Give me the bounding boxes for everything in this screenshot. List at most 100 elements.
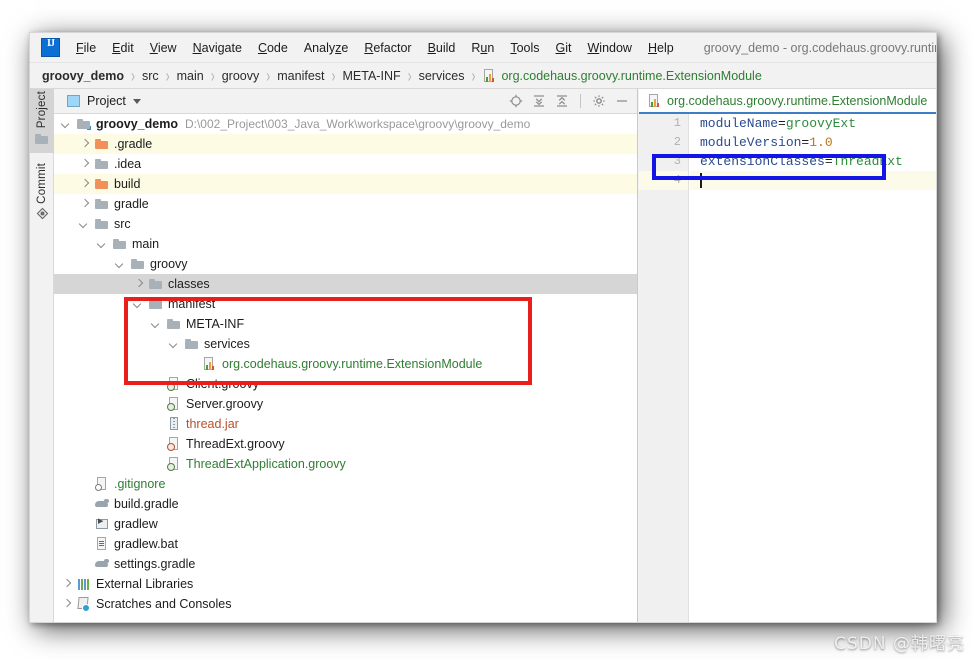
code-editor[interactable]: 1234 moduleName=groovyExt moduleVersion=1…	[639, 114, 936, 622]
chevron-down-icon[interactable]	[62, 120, 71, 129]
tree-row[interactable]: classes	[54, 274, 637, 294]
chevron-right-icon[interactable]	[134, 280, 143, 289]
tree-row-label: gradlew	[114, 517, 158, 531]
breadcrumb-item[interactable]: groovy_demo	[42, 69, 124, 83]
tree-row-icon	[76, 576, 92, 592]
tree-row-icon	[94, 176, 110, 192]
chevron-down-icon[interactable]	[170, 340, 179, 349]
tree-row[interactable]: Server.groovy	[54, 394, 637, 414]
tree-row[interactable]: thread.jar	[54, 414, 637, 434]
chevron-right-icon[interactable]	[80, 160, 89, 169]
chevron-down-icon[interactable]	[116, 260, 125, 269]
tree-row[interactable]: .gradle	[54, 134, 637, 154]
menu-item-tools[interactable]: Tools	[502, 39, 547, 57]
tree-row[interactable]: settings.gradle	[54, 554, 637, 574]
locate-target-icon[interactable]	[509, 94, 523, 108]
tool-button-project[interactable]: Project	[30, 89, 54, 153]
tree-row-icon	[94, 136, 110, 152]
tree-row[interactable]: .gitignore	[54, 474, 637, 494]
breadcrumb-item[interactable]: src	[142, 69, 159, 83]
tree-row[interactable]: main	[54, 234, 637, 254]
watermark: CSDN @韩曙亮	[834, 634, 965, 654]
menu-item-navigate[interactable]: Navigate	[185, 39, 250, 57]
chevron-down-icon[interactable]	[80, 220, 89, 229]
tree-row-label: .gradle	[114, 137, 153, 151]
menu-item-refactor[interactable]: Refactor	[356, 39, 419, 57]
tree-arrow-placeholder	[80, 520, 89, 529]
chevron-down-icon[interactable]	[152, 320, 161, 329]
tree-row[interactable]: gradle	[54, 194, 637, 214]
tree-row[interactable]: build	[54, 174, 637, 194]
tree-row[interactable]: groovy_demo D:\002_Project\003_Java_Work\…	[54, 114, 637, 134]
menu-item-code[interactable]: Code	[250, 39, 296, 57]
tree-row[interactable]: org.codehaus.groovy.runtime.ExtensionMod…	[54, 354, 637, 374]
breadcrumb-item[interactable]: main	[177, 69, 204, 83]
chevron-down-icon[interactable]	[98, 240, 107, 249]
bar-chart-file-icon	[482, 68, 498, 84]
menu-item-help[interactable]: Help	[640, 39, 682, 57]
tree-row[interactable]: ThreadExt.groovy	[54, 434, 637, 454]
tree-row[interactable]: ThreadExtApplication.groovy	[54, 454, 637, 474]
line-number: 4	[639, 171, 688, 190]
tree-row[interactable]: build.gradle	[54, 494, 637, 514]
settings-gear-icon[interactable]	[592, 94, 606, 108]
tree-row-icon	[94, 476, 110, 492]
tree-row-icon	[166, 456, 182, 472]
tree-row-icon	[166, 436, 182, 452]
tree-row-icon	[166, 376, 182, 392]
property-key: moduleName	[700, 116, 779, 131]
code-line[interactable]	[690, 171, 936, 190]
tree-row[interactable]: manifest	[54, 294, 637, 314]
code-line[interactable]: extensionClasses=ThreadExt	[690, 152, 936, 171]
menu-item-git[interactable]: Git	[548, 39, 580, 57]
collapse-all-icon[interactable]	[555, 94, 569, 108]
tree-row[interactable]: .idea	[54, 154, 637, 174]
chevron-right-icon[interactable]	[62, 600, 71, 609]
line-number: 2	[673, 135, 681, 149]
close-icon[interactable]	[935, 95, 936, 106]
tree-row[interactable]: gradlew.bat	[54, 534, 637, 554]
breadcrumb-item[interactable]: manifest	[277, 69, 324, 83]
editor-tab[interactable]: org.codehaus.groovy.runtime.ExtensionMod…	[639, 89, 936, 114]
minimize-icon[interactable]	[615, 94, 629, 108]
tree-row[interactable]: groovy	[54, 254, 637, 274]
project-tree[interactable]: groovy_demo D:\002_Project\003_Java_Work\…	[54, 114, 637, 622]
menu-item-view[interactable]: View	[142, 39, 185, 57]
chevron-right-icon[interactable]	[80, 180, 89, 189]
code-line[interactable]: moduleName=groovyExt	[690, 114, 936, 133]
tree-row[interactable]: META-INF	[54, 314, 637, 334]
chevron-right-icon[interactable]	[62, 580, 71, 589]
chevron-right-icon[interactable]	[80, 140, 89, 149]
breadcrumb-item[interactable]: org.codehaus.groovy.runtime.ExtensionMod…	[501, 69, 761, 83]
tree-row[interactable]: gradlew	[54, 514, 637, 534]
menu-item-file[interactable]: File	[68, 39, 104, 57]
tree-row[interactable]: Client.groovy	[54, 374, 637, 394]
menu-item-analyze[interactable]: Analyze	[296, 39, 356, 57]
line-number: 3	[673, 154, 681, 168]
menu-item-window[interactable]: Window	[579, 39, 639, 57]
breadcrumb-item[interactable]: services	[419, 69, 465, 83]
gradle-file-icon	[94, 556, 110, 572]
breadcrumb-separator: ›	[407, 64, 412, 87]
tree-row-path: D:\002_Project\003_Java_Work\workspace\g…	[184, 117, 531, 131]
chevron-right-icon[interactable]	[80, 200, 89, 209]
tree-row[interactable]: Scratches and Consoles	[54, 594, 637, 614]
tree-row[interactable]: src	[54, 214, 637, 234]
breadcrumb-item[interactable]: groovy	[222, 69, 260, 83]
breadcrumb-item[interactable]: META-INF	[343, 69, 401, 83]
menu-item-run[interactable]: Run	[463, 39, 502, 57]
menu-item-build[interactable]: Build	[420, 39, 464, 57]
chevron-down-icon[interactable]	[134, 300, 143, 309]
menu-item-edit[interactable]: Edit	[104, 39, 142, 57]
tree-row-icon	[94, 216, 110, 232]
tree-row[interactable]: services	[54, 334, 637, 354]
expand-all-icon[interactable]	[532, 94, 546, 108]
chevron-down-icon[interactable]	[132, 98, 141, 104]
tool-button-commit[interactable]: Commit	[30, 161, 54, 227]
code-content[interactable]: moduleName=groovyExt moduleVersion=1.0 ext…	[690, 114, 936, 622]
tree-row-label: ThreadExtApplication.groovy	[186, 457, 346, 471]
tree-row-icon	[202, 356, 218, 372]
code-line[interactable]: moduleVersion=1.0	[690, 133, 936, 152]
scratches-icon	[76, 596, 92, 612]
tree-row[interactable]: External Libraries	[54, 574, 637, 594]
